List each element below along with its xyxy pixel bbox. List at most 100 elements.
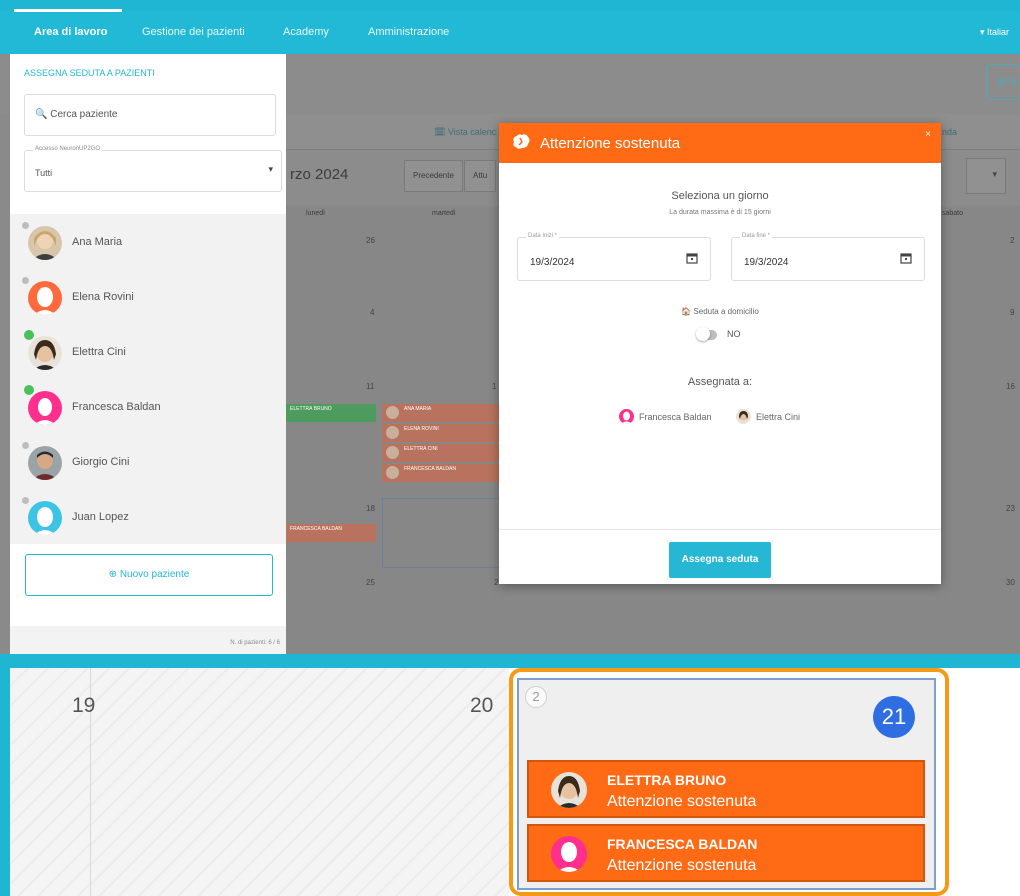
avatar xyxy=(386,426,399,439)
event-title: FRANCESCA BALDAN xyxy=(290,526,342,532)
modal-title: Attenzione sostenuta xyxy=(540,135,681,152)
day-number: 2 xyxy=(494,578,499,587)
modal-header: Attenzione sostenuta × xyxy=(499,123,941,163)
home-session-label: 🏠 Seduta a domicilio xyxy=(681,307,759,316)
weekday-header: martedì xyxy=(432,210,456,217)
day-number: 2 xyxy=(1010,236,1015,245)
patient-item[interactable]: Elena Rovini xyxy=(10,269,286,324)
selected-day-cell[interactable] xyxy=(382,498,508,568)
filter-value: Tutti xyxy=(35,168,53,178)
patient-item[interactable]: Francesca Baldan xyxy=(10,379,286,434)
event-title: ELETTRA CINI xyxy=(404,446,438,452)
filter-label: Accesso NeuronUP2GO xyxy=(33,146,103,152)
avatar xyxy=(28,501,62,535)
patient-count: N. di pazienti: 6 / 6 xyxy=(230,640,280,646)
day-number: 26 xyxy=(366,236,375,245)
assign-session-button[interactable]: Assegna seduta xyxy=(669,542,771,578)
day-number: 25 xyxy=(366,578,375,587)
highlight-frame xyxy=(509,668,949,896)
day-number: 20 xyxy=(470,694,494,717)
calendar-event[interactable]: ANA MARIA xyxy=(382,404,500,422)
calendar-month-label: rzo 2024 xyxy=(290,166,349,183)
avatar xyxy=(28,281,62,315)
weekday-header: sabato xyxy=(942,210,964,217)
avatar xyxy=(28,446,62,480)
patient-item[interactable]: Elettra Cini xyxy=(10,324,286,379)
patient-name: Elettra Cini xyxy=(72,346,126,358)
app-screenshot: Area di lavoro Gestione dei pazienti Aca… xyxy=(0,0,1020,654)
nav-gestione-pazienti[interactable]: Gestione dei pazienti xyxy=(142,10,245,54)
calendar-event[interactable]: FRANCESCA BALDAN xyxy=(382,464,500,482)
patient-name: Elena Rovini xyxy=(72,291,134,303)
start-date-value: 19/3/2024 xyxy=(530,257,575,268)
status-dot xyxy=(24,330,34,340)
avatar xyxy=(28,391,62,425)
end-date-field[interactable]: Data fine * 19/3/2024 xyxy=(731,233,925,281)
status-dot xyxy=(22,497,29,504)
patient-name: Ana Maria xyxy=(72,236,123,248)
avatar xyxy=(28,226,62,260)
nav-area-di-lavoro[interactable]: Area di lavoro xyxy=(34,10,107,54)
calendar-icon[interactable] xyxy=(900,251,912,269)
tab-calendar-view[interactable]: 🗓 Vista calenc xyxy=(434,114,496,150)
avatar xyxy=(386,466,399,479)
day-number: 30 xyxy=(1006,578,1015,587)
start-date-field[interactable]: Data Inizi * 19/3/2024 xyxy=(517,233,711,281)
avatar xyxy=(736,409,751,424)
day-number: 23 xyxy=(1006,504,1015,513)
calendar-event[interactable]: ELENA ROVINI xyxy=(382,424,500,442)
status-dot xyxy=(24,385,34,395)
sidebar-title: ASSEGNA SEDUTA A PAZIENTI xyxy=(24,68,155,78)
assignee-chip: Elettra Cini xyxy=(736,409,800,424)
session-modal: Attenzione sostenuta × Seleziona un gior… xyxy=(499,123,941,584)
day-number: 19 xyxy=(72,694,96,717)
patient-item[interactable]: Ana Maria xyxy=(10,214,286,269)
tab-agenda[interactable]: nda xyxy=(942,114,957,150)
new-patient-button[interactable]: ⊕ Nuovo paziente xyxy=(25,554,273,596)
assigned-to-heading: Assegnata a: xyxy=(687,376,753,388)
sidebar-footer: N. di pazienti: 6 / 6 xyxy=(10,626,286,654)
event-title: ANA MARIA xyxy=(404,406,432,412)
home-session-toggle[interactable] xyxy=(696,327,717,341)
patient-name: Giorgio Cini xyxy=(72,456,130,468)
zoomed-calendar-detail: 19 20 2 21 ELETTRA BRUNO Attenzione sost… xyxy=(10,668,1020,896)
end-date-label: Data fine * xyxy=(740,233,773,239)
day-number: 11 xyxy=(366,382,375,391)
previous-button[interactable]: Precedente xyxy=(404,160,463,192)
avatar xyxy=(386,446,399,459)
day-number: 9 xyxy=(1010,308,1015,317)
view-select[interactable]: ▾ xyxy=(966,158,1006,194)
calendar-icon[interactable] xyxy=(686,251,698,269)
top-navbar: Area di lavoro Gestione dei pazienti Aca… xyxy=(0,9,1020,54)
assignee-chip: Francesca Baldan xyxy=(619,409,712,424)
language-selector[interactable]: ▾ Italiar xyxy=(980,10,1020,54)
weekday-header: lunedì xyxy=(306,210,326,217)
avatar xyxy=(386,406,399,419)
chevron-down-icon: ▾ xyxy=(992,169,997,179)
calendar-event[interactable]: ELETTRA CINI xyxy=(382,444,500,462)
avatar xyxy=(619,409,634,424)
calendar-event[interactable]: FRANCESCA BALDAN xyxy=(286,524,376,542)
patient-item[interactable]: Giorgio Cini xyxy=(10,434,286,489)
toggle-knob xyxy=(696,327,710,341)
nav-amministrazione[interactable]: Amministrazione xyxy=(368,10,449,54)
patient-item[interactable]: Juan Lopez xyxy=(10,489,286,544)
modal-divider xyxy=(499,529,941,530)
start-date-label: Data Inizi * xyxy=(526,233,560,239)
new-session-button[interactable]: ⊕ N xyxy=(986,64,1020,100)
patient-list: Ana Maria Elena Rovini Elettra Cini Fran… xyxy=(10,214,286,544)
patient-name: Francesca Baldan xyxy=(72,401,161,413)
access-filter-select[interactable]: Accesso NeuronUP2GO Tutti ▾ xyxy=(24,146,282,192)
day-number: 1 xyxy=(492,382,497,391)
select-day-heading: Seleziona un giorno xyxy=(671,190,769,202)
search-input[interactable]: 🔍 Cerca paziente xyxy=(24,94,276,136)
current-button[interactable]: Attu xyxy=(464,160,497,192)
status-dot xyxy=(22,442,29,449)
close-icon[interactable]: × xyxy=(925,129,931,140)
status-dot xyxy=(22,277,29,284)
calendar-event[interactable]: ELETTRA BRUNO xyxy=(286,404,376,422)
max-duration-note: La durata massima è di 15 giorni xyxy=(669,209,771,216)
assign-sidebar: ASSEGNA SEDUTA A PAZIENTI 🔍 Cerca pazien… xyxy=(10,54,286,654)
nav-academy[interactable]: Academy xyxy=(283,10,329,54)
event-title: FRANCESCA BALDAN xyxy=(404,466,456,472)
